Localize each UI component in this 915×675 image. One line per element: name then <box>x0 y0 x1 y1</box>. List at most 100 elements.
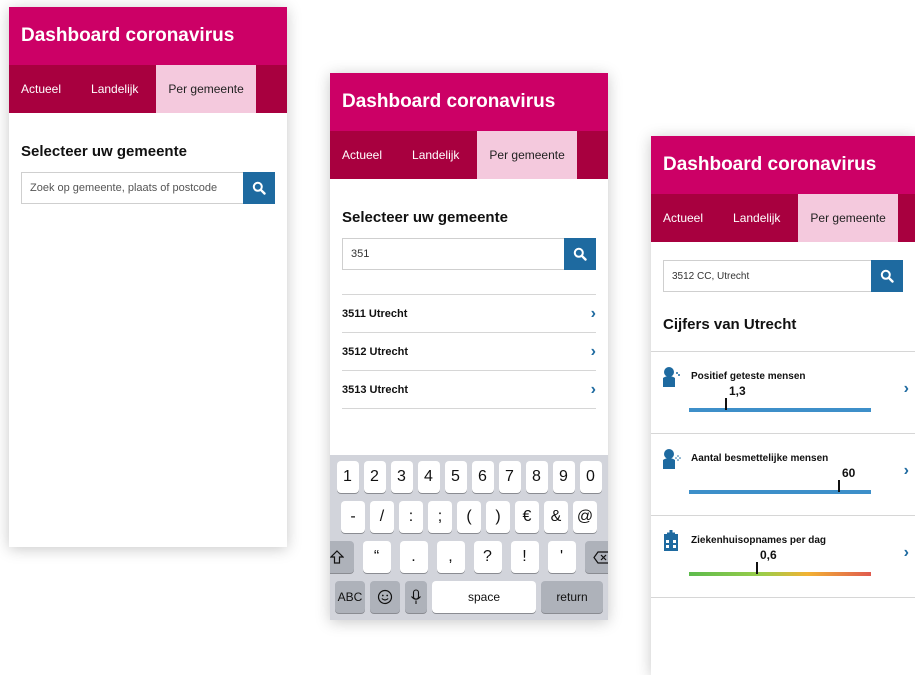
page-title: Cijfers van Utrecht <box>663 316 797 333</box>
metric-value: 60 <box>842 466 856 480</box>
key[interactable]: - <box>341 501 365 533</box>
metric-value: 0,6 <box>760 548 777 562</box>
metric-list: Positief geteste mensen 1,3 › Aantal bes… <box>651 351 915 598</box>
search-button[interactable] <box>871 260 903 292</box>
metric-label: Aantal besmettelijke mensen <box>691 453 829 464</box>
result-label: 3512 Utrecht <box>342 345 409 358</box>
space-key[interactable]: space <box>432 581 536 613</box>
stage: Dashboard coronavirus Actueel Landelijk … <box>0 0 915 675</box>
tab-per-gemeente[interactable]: Per gemeente <box>156 65 256 113</box>
search-icon <box>252 181 266 195</box>
chevron-right-icon: › <box>590 380 596 398</box>
screen-initial: Dashboard coronavirus Actueel Landelijk … <box>9 7 287 547</box>
chevron-right-icon: › <box>903 380 909 397</box>
list-item[interactable]: 3512 Utrecht › <box>342 333 596 371</box>
search-icon <box>573 247 587 261</box>
key[interactable]: 8 <box>525 461 548 493</box>
tab-landelijk[interactable]: Landelijk <box>394 131 471 179</box>
tab-actueel[interactable]: Actueel <box>330 131 394 179</box>
search-input[interactable] <box>21 172 243 204</box>
tab-actueel[interactable]: Actueel <box>651 194 715 242</box>
tab-landelijk[interactable]: Landelijk <box>715 194 792 242</box>
key[interactable]: 4 <box>417 461 440 493</box>
metric-label: Positief geteste mensen <box>691 371 806 382</box>
chevron-right-icon: › <box>903 544 909 561</box>
metric-positive-tests[interactable]: Positief geteste mensen 1,3 › <box>651 352 915 434</box>
key[interactable]: 2 <box>363 461 386 493</box>
page-title: Selecteer uw gemeente <box>21 143 187 160</box>
tab-bar: Actueel Landelijk Per gemeente <box>9 65 287 113</box>
key[interactable]: ? <box>473 541 502 573</box>
key[interactable]: / <box>370 501 394 533</box>
return-key[interactable]: return <box>541 581 603 613</box>
key[interactable]: ' <box>547 541 576 573</box>
key[interactable]: “ <box>362 541 391 573</box>
list-item[interactable]: 3513 Utrecht › <box>342 371 596 409</box>
shift-key[interactable] <box>330 541 354 573</box>
tab-actueel[interactable]: Actueel <box>9 65 73 113</box>
microphone-key[interactable] <box>405 581 427 613</box>
person-sneezing-icon <box>663 449 681 469</box>
search-input[interactable] <box>342 238 564 270</box>
result-label: 3513 Utrecht <box>342 383 409 396</box>
search-bar <box>342 238 596 270</box>
chevron-right-icon: › <box>590 342 596 360</box>
key[interactable]: ( <box>457 501 481 533</box>
key[interactable]: 9 <box>552 461 575 493</box>
abc-key[interactable]: ABC <box>335 581 365 613</box>
key[interactable]: 0 <box>579 461 602 493</box>
search-input[interactable] <box>663 260 871 292</box>
key[interactable]: @ <box>573 501 597 533</box>
keyboard-row-bottom: ABC space return <box>333 581 605 613</box>
key[interactable]: : <box>399 501 423 533</box>
search-button[interactable] <box>564 238 596 270</box>
list-item[interactable]: 3511 Utrecht › <box>342 295 596 333</box>
search-icon <box>880 269 894 283</box>
emoji-icon <box>377 589 393 605</box>
screen-results: Dashboard coronavirus Actueel Landelijk … <box>651 136 915 675</box>
app-title: Dashboard coronavirus <box>330 73 608 131</box>
tab-bar: Actueel Landelijk Per gemeente <box>330 131 608 179</box>
backspace-icon <box>592 550 608 564</box>
key[interactable]: ; <box>428 501 452 533</box>
keyboard-row-punct: “ . , ? ! ' <box>330 541 608 573</box>
key[interactable]: 3 <box>390 461 413 493</box>
tab-per-gemeente[interactable]: Per gemeente <box>798 194 898 242</box>
search-button[interactable] <box>243 172 275 204</box>
keyboard-row-symbols: - / : ; ( ) € & @ <box>333 501 605 533</box>
metric-bar: 60 <box>689 466 871 494</box>
key[interactable]: ! <box>510 541 539 573</box>
metric-label: Ziekenhuisopnames per dag <box>691 535 827 546</box>
hospital-icon <box>664 530 678 551</box>
on-screen-keyboard: 1 2 3 4 5 6 7 8 9 0 - / : ; ( ) € & @ “ … <box>330 455 608 620</box>
metric-value: 1,3 <box>729 384 746 398</box>
metric-bar: 0,6 <box>689 548 871 576</box>
screen-search: Dashboard coronavirus Actueel Landelijk … <box>330 73 608 620</box>
key[interactable]: 1 <box>336 461 359 493</box>
key[interactable]: 6 <box>471 461 494 493</box>
person-coughing-icon <box>663 367 680 387</box>
key[interactable]: 5 <box>444 461 467 493</box>
bar-marker <box>838 480 840 492</box>
bar-marker <box>725 398 727 410</box>
emoji-key[interactable] <box>370 581 400 613</box>
shift-icon <box>330 550 344 564</box>
key[interactable]: 7 <box>498 461 521 493</box>
metric-infectious-people[interactable]: Aantal besmettelijke mensen 60 › <box>651 434 915 516</box>
app-title: Dashboard coronavirus <box>651 136 915 194</box>
chevron-right-icon: › <box>590 304 596 322</box>
search-bar <box>663 260 903 292</box>
key[interactable]: , <box>436 541 465 573</box>
tab-per-gemeente[interactable]: Per gemeente <box>477 131 577 179</box>
metric-hospital-admissions[interactable]: Ziekenhuisopnames per dag 0,6 › <box>651 516 915 598</box>
backspace-key[interactable] <box>584 541 608 573</box>
key[interactable]: . <box>399 541 428 573</box>
key[interactable]: € <box>515 501 539 533</box>
tab-landelijk[interactable]: Landelijk <box>73 65 150 113</box>
page-title: Selecteer uw gemeente <box>342 209 508 226</box>
search-bar <box>21 172 275 204</box>
key[interactable]: ) <box>486 501 510 533</box>
keyboard-row-digits: 1 2 3 4 5 6 7 8 9 0 <box>333 461 605 493</box>
key[interactable]: & <box>544 501 568 533</box>
microphone-icon <box>411 589 421 604</box>
